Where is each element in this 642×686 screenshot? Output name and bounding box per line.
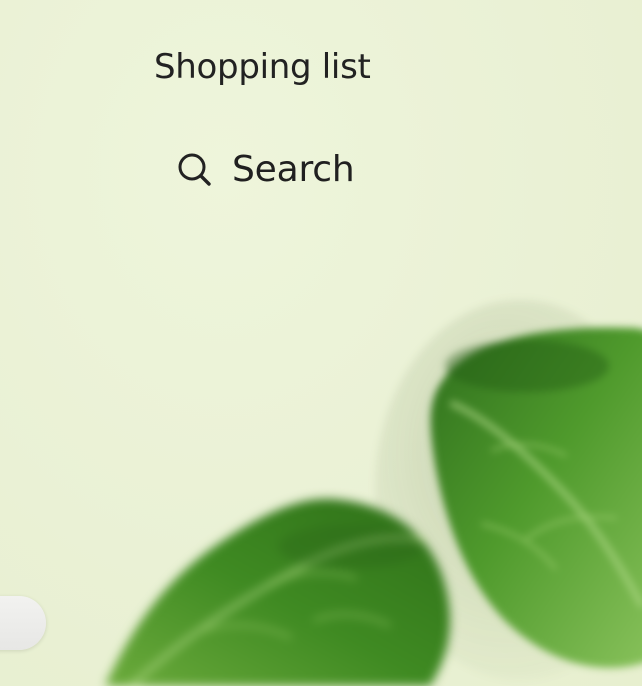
spinach-leaf-image: [375, 300, 642, 686]
search-icon: [178, 153, 211, 186]
spinach-leaf-image: [85, 475, 475, 686]
search-button[interactable]: Search: [176, 146, 355, 194]
page-title: Shopping list: [154, 47, 371, 87]
side-pill-control[interactable]: [0, 596, 46, 650]
search-label: Search: [232, 149, 355, 190]
shopping-list-screen: Shopping list Search: [0, 0, 642, 686]
